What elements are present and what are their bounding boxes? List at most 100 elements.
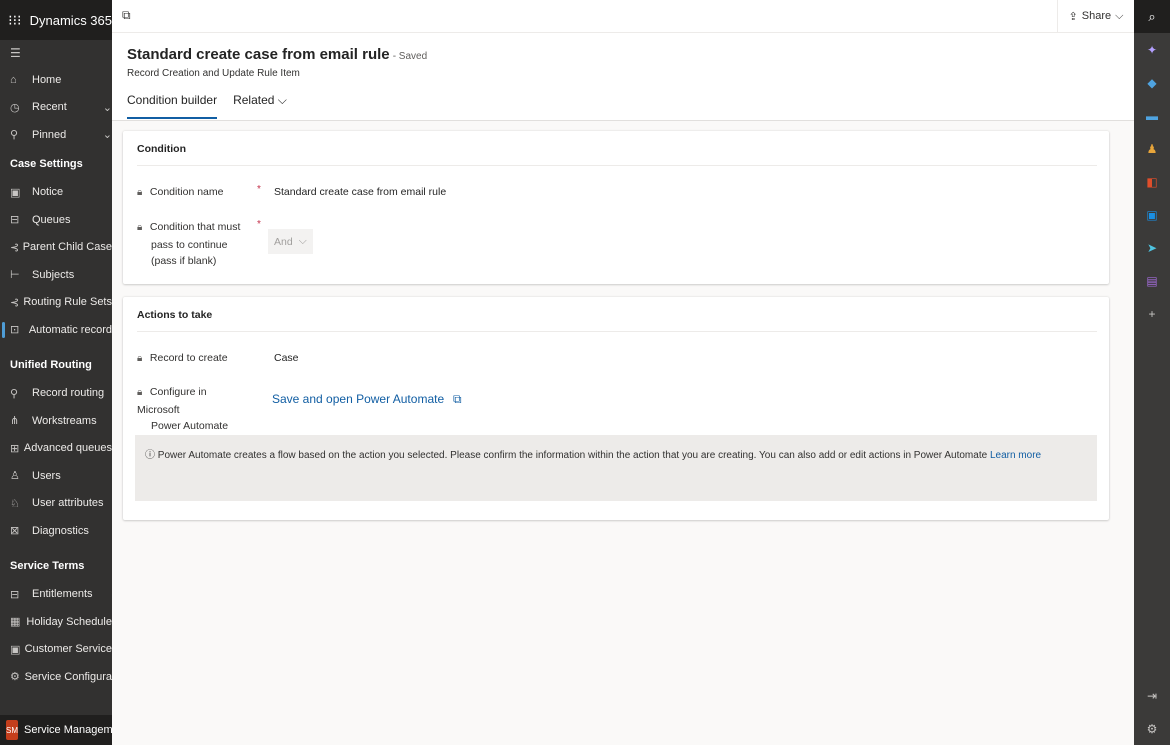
tab-condition-builder[interactable]: Condition builder [127, 93, 218, 119]
open-in-new-window-icon[interactable]: ⧉ [122, 8, 131, 23]
sidebar-item-label: Pinned [32, 128, 67, 141]
sidebar-item-home[interactable]: ⌂ Home [0, 66, 112, 94]
divider [137, 331, 1097, 332]
clock-icon: ◷ [10, 101, 20, 114]
copilot-icon[interactable]: ✦ [1134, 33, 1170, 66]
collapse-pane-icon[interactable]: ⇥ [1134, 679, 1170, 712]
sidebar-item-label: User attributes [32, 497, 104, 510]
gear-icon[interactable]: ⚙ [1134, 712, 1170, 745]
app-name[interactable]: Dynamics 365 [30, 13, 112, 28]
outlook-icon[interactable]: ▣ [1134, 198, 1170, 231]
sidebar-item-advanced-queues[interactable]: ⊞ Advanced queues [0, 435, 112, 463]
record-title: Standard create case from email rule [127, 46, 390, 63]
hamburger-menu-icon[interactable]: ☰ [0, 40, 112, 66]
save-and-open-power-automate-link[interactable]: Save and open Power Automate ⧉ [272, 392, 462, 407]
lock-icon: 🔒︎ [137, 387, 143, 398]
condition-name-value[interactable]: Standard create case from email rule [274, 186, 446, 198]
sidebar-item-subjects[interactable]: ⊢ Subjects [0, 261, 112, 289]
sidebar-item-parent-child-case[interactable]: ⊰ Parent Child Case [0, 234, 112, 262]
lock-icon: 🔒︎ [137, 187, 143, 198]
pin-icon: ⚲ [10, 129, 19, 142]
sidebar-item-label: Queues [32, 213, 71, 226]
sidebar-item-holiday-schedule[interactable]: ▦ Holiday Schedule [0, 608, 112, 636]
automatic-record-icon: ⊡ [10, 324, 20, 337]
chevron-down-icon: ⌵ [1115, 9, 1124, 22]
notice-icon: ▣ [10, 186, 21, 199]
sidebar-item-label: Users [32, 469, 61, 482]
subjects-icon: ⊢ [10, 269, 20, 282]
chevron-down-icon[interactable]: ⌄ [103, 128, 112, 141]
nav-group-title: Case Settings [10, 157, 83, 170]
sidebar-item-label: Advanced queues [23, 442, 112, 455]
sidebar-item-entitlements[interactable]: ⊟ Entitlements [0, 581, 112, 609]
sidebar-item-user-attributes[interactable]: ♘ User attributes [0, 490, 112, 518]
learn-more-link[interactable]: Learn more [990, 450, 1041, 461]
advanced-queues-icon: ⊞ [10, 442, 20, 455]
label-text: Condition that must [149, 221, 241, 233]
calendar-icon: ▦ [10, 616, 21, 629]
search-icon[interactable]: ⌕ [1134, 0, 1170, 33]
sidebar-item-customer-service[interactable]: ▣ Customer Service [0, 636, 112, 664]
send-icon[interactable]: ➤ [1134, 231, 1170, 264]
lock-icon: 🔒︎ [137, 353, 143, 364]
share-icon: ⇪ [1068, 10, 1078, 23]
sidebar-item-automatic-record[interactable]: ⊡ Automatic record [0, 316, 112, 344]
condition-must-pass-label: 🔒︎ Condition that must pass to continue … [137, 219, 247, 270]
info-message: ⓘ Power Automate creates a flow based on… [135, 435, 1097, 501]
sidebar-item-service-configura[interactable]: ⚙ Service Configura [0, 663, 112, 691]
office-icon[interactable]: ◧ [1134, 165, 1170, 198]
info-message-text: Power Automate creates a flow based on t… [157, 450, 988, 461]
label-text: Record to create [149, 352, 228, 364]
left-navigation: ⁝⁝⁝ Dynamics 365 ☰ ⌂ Home ◷ Recent ⌄ ⚲ Pinned ⌄… [0, 0, 112, 745]
sidebar-item-pinned[interactable]: ⚲ Pinned ⌄ [0, 121, 112, 149]
sidebar-item-label: Entitlements [32, 588, 93, 601]
briefcase-icon[interactable]: ▬ [1134, 99, 1170, 132]
sidebar-item-label: Subjects [32, 268, 75, 281]
onenote-icon[interactable]: ▤ [1134, 264, 1170, 297]
chevron-down-icon[interactable]: ⌄ [103, 101, 112, 114]
entitlements-icon: ⊟ [10, 588, 20, 601]
sidebar-item-label: Diagnostics [32, 524, 89, 537]
command-bar: ⧉ ⇪ Share ⌵ [112, 0, 1134, 33]
record-routing-icon: ⚲ [10, 387, 19, 400]
sidebar-item-diagnostics[interactable]: ⊠ Diagnostics [0, 517, 112, 545]
sidebar-item-label: Record routing [32, 387, 105, 400]
service-config-icon: ⚙ [10, 671, 20, 684]
tab-related[interactable]: Related ⌵ [233, 93, 287, 119]
sidebar-item-record-routing[interactable]: ⚲ Record routing [0, 380, 112, 408]
label-text: pass to continue [151, 238, 228, 251]
record-to-create-label: 🔒︎ Record to create [137, 350, 247, 368]
section-title: Condition [137, 143, 186, 155]
add-icon[interactable]: + [1134, 297, 1170, 330]
sidebar-item-queues[interactable]: ⊟ Queues [0, 206, 112, 234]
sidebar-item-label: Workstreams [32, 414, 97, 427]
routing-rule-icon: ⊰ [10, 296, 20, 309]
share-label: Share [1081, 10, 1112, 22]
sidebar-item-label: Parent Child Case [22, 241, 112, 254]
record-header: Standard create case from email rule - S… [112, 33, 1134, 121]
area-avatar: SM [6, 720, 18, 740]
label-text: Configure in Microsoft [137, 386, 207, 416]
required-asterisk: * [257, 184, 261, 195]
nav-group-title: Unified Routing [10, 358, 92, 371]
contacts-icon[interactable]: ♟ [1134, 132, 1170, 165]
info-text: ⓘ Power Automate creates a flow based on… [145, 446, 1041, 461]
sidebar-item-users[interactable]: ♙ Users [0, 462, 112, 490]
sidebar-item-label: Service Configura [24, 670, 112, 683]
tab-label: Condition builder [127, 93, 218, 107]
sidebar-item-notice[interactable]: ▣ Notice [0, 179, 112, 207]
tag-icon[interactable]: ◆ [1134, 66, 1170, 99]
sidebar-item-workstreams[interactable]: ⋔ Workstreams [0, 407, 112, 435]
queues-icon: ⊟ [10, 214, 20, 227]
sidebar-item-recent[interactable]: ◷ Recent ⌄ [0, 94, 112, 122]
user-attributes-icon: ♘ [10, 497, 20, 510]
operator-select[interactable]: And ⌵ [268, 229, 313, 254]
section-title: Actions to take [137, 309, 213, 321]
diagnostics-icon: ⊠ [10, 525, 20, 538]
app-launcher-icon[interactable]: ⁝⁝⁝ [0, 0, 30, 40]
share-button[interactable]: ⇪ Share ⌵ [1057, 0, 1134, 32]
sidebar-item-label: Holiday Schedule [26, 615, 112, 628]
sidebar-item-routing-rule-sets[interactable]: ⊰ Routing Rule Sets [0, 289, 112, 317]
area-switcher[interactable]: SM Service Managem [0, 715, 112, 745]
chevron-down-icon: ⌵ [277, 93, 287, 107]
